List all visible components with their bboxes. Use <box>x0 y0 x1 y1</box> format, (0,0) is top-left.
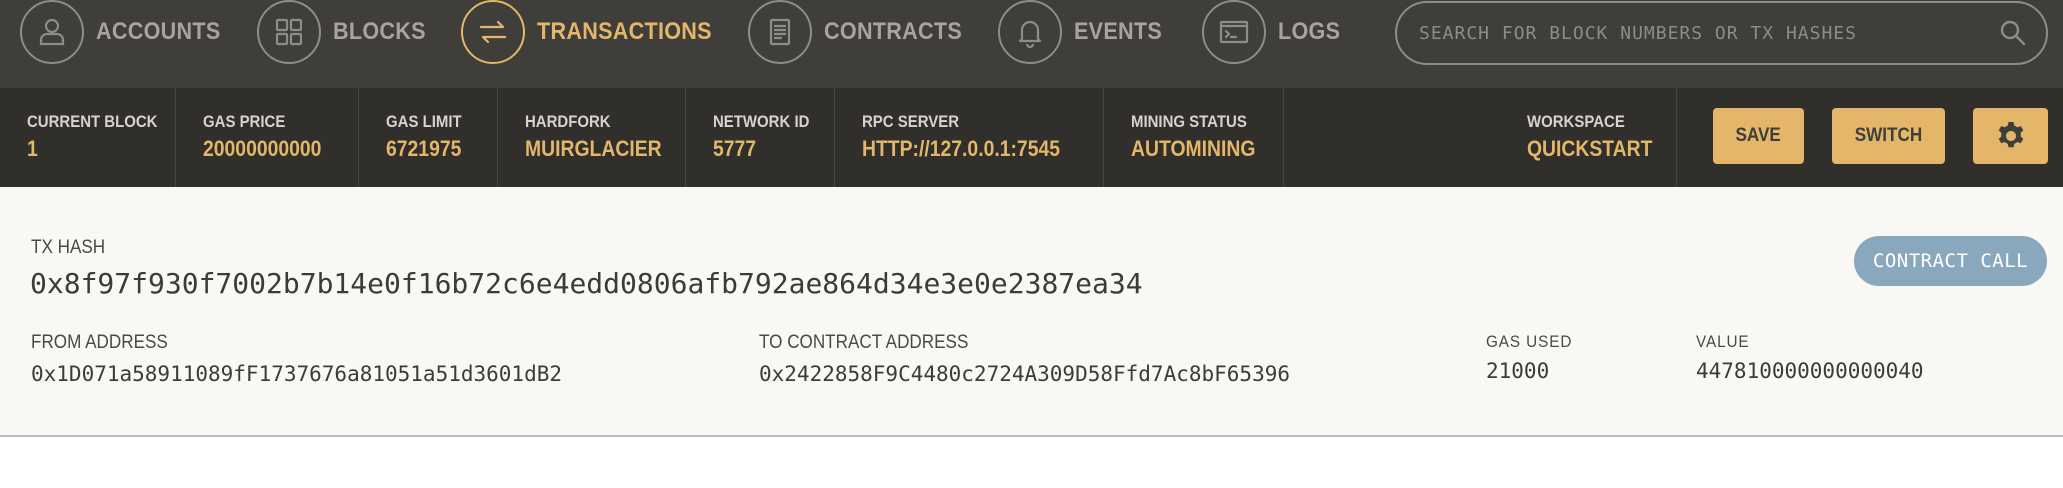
search-input[interactable] <box>1419 22 1998 44</box>
from-address-label: FROM ADDRESS <box>31 332 168 353</box>
search-icon[interactable] <box>1998 18 2028 48</box>
stat-label: NETWORK ID <box>713 112 810 131</box>
stat-value: HTTP://127.0.0.1:7545 <box>862 136 1061 161</box>
stat-gas-limit: GAS LIMIT 6721975 <box>358 88 472 187</box>
to-contract-address-label: TO CONTRACT ADDRESS <box>759 332 969 353</box>
from-address-value: 0x1D071a58911089fF1737676a81051a51d3601d… <box>31 362 563 386</box>
stat-value: 20000000000 <box>203 136 322 161</box>
stat-hardfork: HARDFORK MUIRGLACIER <box>497 88 680 187</box>
document-icon <box>748 0 812 64</box>
stat-value: QUICKSTART <box>1527 136 1653 161</box>
tx-hash-label: TX HASH <box>31 237 106 258</box>
nav-blocks-label: BLOCKS <box>333 18 426 45</box>
nav-logs-label: LOGS <box>1278 18 1341 45</box>
nav-transactions-label: TRANSACTIONS <box>537 18 712 45</box>
stat-value: 1 <box>27 136 38 161</box>
gas-used-label: GAS USED <box>1486 332 1573 351</box>
status-bar: CURRENT BLOCK 1 GAS PRICE 20000000000 GA… <box>0 88 2063 187</box>
search-box <box>1395 1 2048 65</box>
tx-hash-value: 0x8f97f930f7002b7b14e0f16b72c6e4edd0806a… <box>30 267 1143 300</box>
stat-label: GAS LIMIT <box>386 112 462 131</box>
stat-label: GAS PRICE <box>203 112 286 131</box>
nav-blocks[interactable]: BLOCKS <box>257 0 436 64</box>
status-divider <box>1283 88 1284 187</box>
bell-icon <box>998 0 1062 64</box>
stat-label: RPC SERVER <box>862 112 959 131</box>
stat-label: MINING STATUS <box>1131 112 1247 131</box>
save-button[interactable]: SAVE <box>1713 108 1804 164</box>
top-navigation: ACCOUNTS BLOCKS TRANSACTIONS CONTRACTS E… <box>0 0 2063 88</box>
nav-events-label: EVENTS <box>1074 18 1163 45</box>
switch-button[interactable]: SWITCH <box>1832 108 1945 164</box>
stat-mining-status: MINING STATUS AUTOMINING <box>1103 88 1272 187</box>
stat-network-id: NETWORK ID 5777 <box>685 88 823 187</box>
stat-value: MUIRGLACIER <box>525 136 662 161</box>
transaction-card[interactable]: TX HASH 0x8f97f930f7002b7b14e0f16b72c6e4… <box>0 187 2063 437</box>
swap-arrows-icon <box>461 0 525 64</box>
value-amount: 447810000000000040 <box>1696 359 1924 383</box>
terminal-icon <box>1202 0 1266 64</box>
stat-value: 6721975 <box>386 136 462 161</box>
stat-value: 5777 <box>713 136 757 161</box>
nav-logs[interactable]: LOGS <box>1202 0 1347 64</box>
gear-icon <box>1998 122 2023 148</box>
settings-button[interactable] <box>1973 108 2048 164</box>
stat-label: CURRENT BLOCK <box>27 112 158 131</box>
gas-used-value: 21000 <box>1486 359 1550 383</box>
stat-rpc-server: RPC SERVER HTTP://127.0.0.1:7545 <box>834 88 1087 187</box>
nav-contracts[interactable]: CONTRACTS <box>748 0 977 64</box>
value-label: VALUE <box>1696 332 1750 351</box>
stat-label: WORKSPACE <box>1527 112 1625 131</box>
nav-accounts-label: ACCOUNTS <box>96 18 221 45</box>
nav-contracts-label: CONTRACTS <box>824 18 963 45</box>
stat-label: HARDFORK <box>525 112 611 131</box>
nav-events[interactable]: EVENTS <box>998 0 1172 64</box>
nav-accounts[interactable]: ACCOUNTS <box>20 0 234 64</box>
nav-transactions[interactable]: TRANSACTIONS <box>461 0 731 64</box>
person-icon <box>20 0 84 64</box>
stat-current-block: CURRENT BLOCK 1 <box>0 88 175 187</box>
to-contract-address-value: 0x2422858F9C4480c2724A309D58Ffd7Ac8bF653… <box>759 362 1291 386</box>
tx-type-badge: CONTRACT CALL <box>1854 236 2047 286</box>
stat-gas-price: GAS PRICE 20000000000 <box>175 88 338 187</box>
stat-value: AUTOMINING <box>1131 136 1256 161</box>
stat-workspace: WORKSPACE QUICKSTART <box>1500 88 1670 187</box>
status-divider <box>1676 88 1677 187</box>
grid-icon <box>257 0 321 64</box>
